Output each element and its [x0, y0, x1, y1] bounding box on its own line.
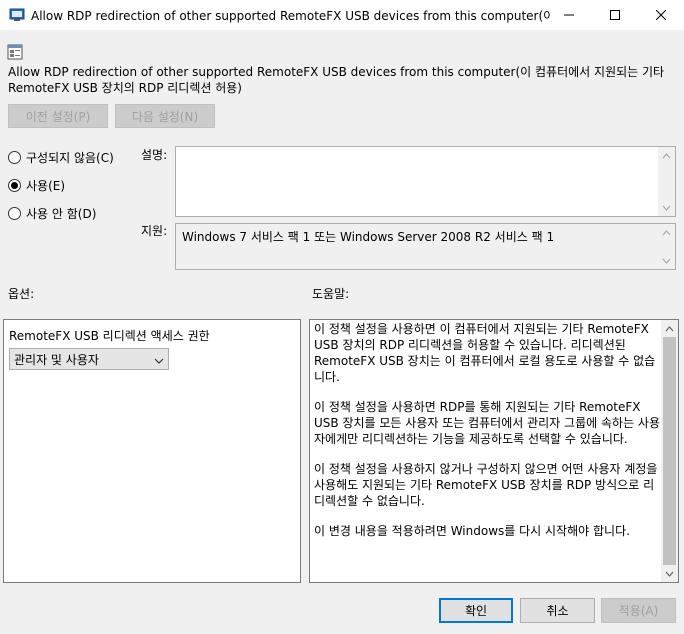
scroll-down-icon[interactable]: [658, 252, 675, 269]
scroll-up-icon[interactable]: [661, 320, 678, 337]
radio-enabled-label: 사용(E): [26, 179, 66, 193]
apply-button[interactable]: 적용(A): [601, 598, 676, 623]
next-setting-button[interactable]: 다음 설정(N): [115, 104, 215, 128]
scroll-up-icon[interactable]: [658, 224, 675, 241]
chevron-down-icon: [154, 354, 164, 368]
radio-disabled[interactable]: 사용 안 함(D): [8, 205, 96, 222]
help-paragraph: 이 정책 설정을 사용하면 이 컴퓨터에서 지원되는 기타 RemoteFX U…: [314, 322, 656, 384]
supported-label: 지원:: [141, 224, 168, 238]
policy-setting-icon: [7, 44, 23, 60]
access-rights-dropdown[interactable]: 관리자 및 사용자: [9, 348, 169, 370]
radio-not-configured[interactable]: 구성되지 않음(C): [8, 149, 114, 166]
help-paragraph: 이 변경 내용을 적용하려면 Windows를 다시 시작해야 합니다.: [314, 524, 630, 538]
radio-enabled[interactable]: 사용(E): [8, 177, 65, 194]
access-rights-value: 관리자 및 사용자: [14, 352, 99, 367]
help-panel: 이 정책 설정을 사용하면 이 컴퓨터에서 지원되는 기타 RemoteFX U…: [309, 319, 679, 583]
policy-app-icon: [9, 7, 25, 23]
help-scroll-thumb[interactable]: [663, 337, 676, 565]
help-text: 이 정책 설정을 사용하면 이 컴퓨터에서 지원되는 기타 RemoteFX U…: [314, 321, 660, 553]
radio-not-configured-circle[interactable]: [8, 151, 21, 164]
policy-title: Allow RDP redirection of other supported…: [8, 65, 665, 95]
radio-disabled-label: 사용 안 함(D): [26, 207, 97, 221]
options-section-label: 옵션:: [8, 287, 35, 301]
help-paragraph: 이 정책 설정을 사용하지 않거나 구성하지 않으면 어떤 사용자 계정을 사용…: [314, 462, 658, 508]
help-section-label: 도움말:: [312, 287, 350, 301]
comment-textbox[interactable]: [175, 146, 676, 217]
window-title: Allow RDP redirection of other supported…: [31, 9, 551, 23]
comment-scrollbar[interactable]: [658, 147, 675, 216]
ok-button[interactable]: 확인: [439, 598, 513, 623]
previous-setting-button[interactable]: 이전 설정(P): [8, 104, 108, 128]
comment-label: 설명:: [141, 148, 168, 162]
cancel-button[interactable]: 취소: [520, 598, 595, 623]
close-icon[interactable]: [638, 0, 684, 30]
supported-value: Windows 7 서비스 팩 1 또는 Windows Server 2008…: [182, 230, 555, 244]
access-rights-label: RemoteFX USB 리디렉션 액세스 권한: [9, 329, 210, 343]
radio-enabled-circle[interactable]: [8, 179, 21, 192]
help-paragraph: 이 정책 설정을 사용하면 RDP를 통해 지원되는 기타 RemoteFX U…: [314, 400, 661, 446]
minimize-icon[interactable]: [546, 0, 592, 30]
radio-not-configured-label: 구성되지 않음(C): [26, 151, 114, 165]
radio-disabled-circle[interactable]: [8, 207, 21, 220]
options-panel: RemoteFX USB 리디렉션 액세스 권한 관리자 및 사용자: [3, 319, 301, 583]
title-bar: Allow RDP redirection of other supported…: [0, 0, 684, 30]
scroll-down-icon[interactable]: [661, 565, 678, 582]
scroll-down-icon[interactable]: [658, 199, 675, 216]
supported-scrollbar[interactable]: [658, 224, 675, 269]
maximize-icon[interactable]: [592, 0, 638, 30]
supported-textbox: Windows 7 서비스 팩 1 또는 Windows Server 2008…: [175, 223, 676, 270]
scroll-up-icon[interactable]: [658, 147, 675, 164]
help-scrollbar[interactable]: [661, 320, 678, 582]
